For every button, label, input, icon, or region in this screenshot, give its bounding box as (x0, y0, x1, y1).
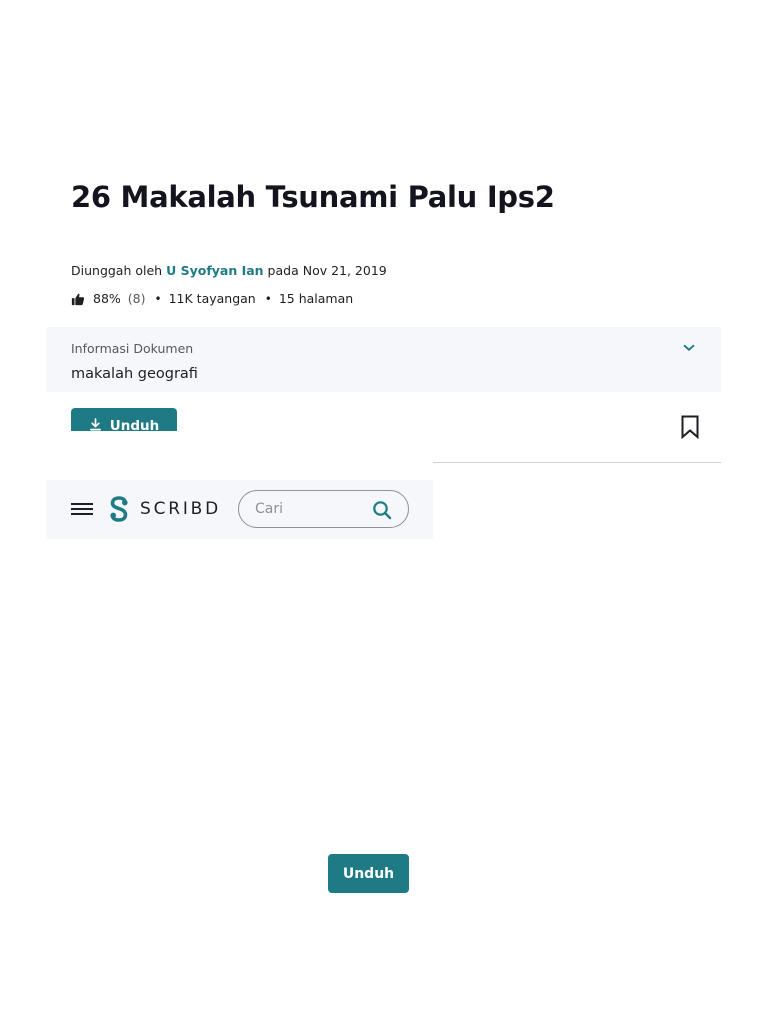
search-input[interactable] (255, 501, 365, 517)
chevron-down-icon[interactable] (681, 340, 697, 356)
upload-date: pada Nov 21, 2019 (263, 263, 387, 278)
author-link[interactable]: U Syofyan Ian (166, 263, 264, 278)
thumbs-up-icon (71, 292, 85, 306)
page-count: 15 halaman (278, 291, 354, 306)
rating-count: (8) (127, 291, 146, 306)
upload-prefix: Diunggah oleh (71, 263, 167, 278)
info-panel-description: makalah geografi (71, 366, 198, 382)
download-button[interactable]: Unduh (71, 408, 177, 431)
scribd-wordmark: SCRIBD (140, 499, 222, 519)
document-info-panel[interactable]: Informasi Dokumen makalah geografi (46, 327, 721, 392)
document-stats: 88% (8) • 11K tayangan • 15 halaman (71, 291, 353, 306)
search-box[interactable] (238, 490, 409, 528)
view-count: 11K tayangan (168, 291, 256, 306)
document-title: 26 Makalah Tsunami Palu Ips2 (71, 180, 555, 214)
separator-dot: • (154, 291, 162, 306)
upload-info: Diunggah oleh U Syofyan Ian pada Nov 21,… (71, 263, 387, 278)
rating-percent: 88% (93, 291, 121, 306)
separator-dot: • (264, 291, 272, 306)
bookmark-icon[interactable] (680, 415, 700, 440)
scribd-logo[interactable]: SCRIBD (108, 496, 221, 522)
scribd-logo-icon (108, 496, 130, 522)
download-icon (89, 418, 102, 431)
search-icon[interactable] (372, 500, 392, 520)
content-divider (433, 462, 721, 463)
download-button-bottom[interactable]: Unduh (328, 854, 409, 893)
hamburger-menu-icon[interactable] (71, 501, 93, 517)
document-page: 26 Makalah Tsunami Palu Ips2 Diunggah ol… (0, 0, 768, 1024)
info-panel-label: Informasi Dokumen (71, 341, 194, 356)
download-button-label: Unduh (109, 418, 160, 431)
site-header: SCRIBD (46, 480, 433, 539)
